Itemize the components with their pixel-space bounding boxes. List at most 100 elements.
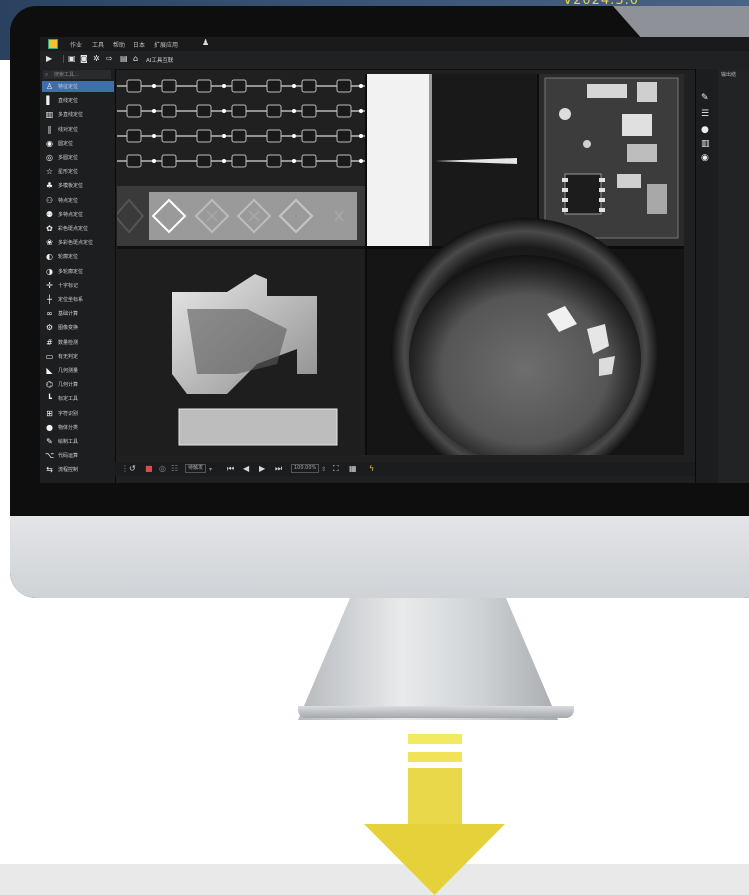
sidebar-item-label: 字符识别	[58, 410, 79, 417]
sidebar-item[interactable]: ▥ 多直线定位	[42, 109, 114, 120]
previous-frame-icon[interactable]: ◀	[243, 464, 249, 473]
sidebar-item[interactable]: ⚉ 多特点定位	[42, 209, 114, 220]
sidebar-item[interactable]: ♙ 特征定位	[42, 81, 114, 92]
geometry-icon: ◣	[46, 366, 53, 375]
save-icon[interactable]: ▤	[120, 54, 128, 64]
multi-point-icon: ⚉	[45, 209, 54, 219]
sidebar-item[interactable]: ▭ 有无判定	[42, 351, 114, 362]
info-icon[interactable]: ●	[701, 125, 709, 135]
chevron-down-icon[interactable]: ▾	[209, 465, 212, 474]
sidebar-item[interactable]: ♣ 多模板定位	[42, 180, 114, 191]
flow-icon: ⇆	[46, 465, 53, 475]
sidebar-item[interactable]: ◐ 轮廓定位	[42, 251, 114, 262]
sidebar-item-label: 十字标记	[58, 282, 79, 289]
settings-icon[interactable]: ✲	[93, 54, 100, 64]
run-icon[interactable]: ▶	[46, 54, 52, 64]
sidebar-item[interactable]: ◉ 圆定位	[42, 138, 114, 149]
search-placeholder: 搜索工具...	[54, 72, 79, 78]
sidebar-item-label: 流程控制	[58, 467, 79, 474]
viewer-control-bar: ⋮ ↺ ■ ◎ ☷ 待触发 ▾ ⏮ ◀ ▶ ⏭ 100.00% ⇕ ⛶ ▦ ϟ	[115, 462, 695, 476]
undo-icon[interactable]: ↺	[129, 464, 136, 473]
classify-icon: ●	[46, 422, 53, 432]
color-blob-icon: ✿	[46, 224, 53, 233]
sidebar-item[interactable]: ┼ 定位坐标系	[42, 294, 114, 305]
monitor-chin	[10, 516, 749, 598]
sidebar-item[interactable]: ❀ 多彩色斑点定位	[42, 237, 114, 248]
ai-icon[interactable]: ⌂	[133, 54, 138, 64]
fit-screen-icon[interactable]: ⛶	[333, 464, 339, 473]
trigger-mode-select[interactable]: 待触发	[185, 464, 207, 473]
multi-circle-icon: ◎	[46, 153, 53, 162]
user-icon[interactable]: ♟	[202, 38, 209, 47]
sidebar-item[interactable]: ⊞ 字符识别	[42, 408, 114, 419]
camera-icon[interactable]: ◙	[80, 54, 88, 64]
sidebar-item-label: 基础计算	[58, 311, 79, 318]
multi-color-blob-icon: ❀	[46, 238, 53, 248]
zoom-stepper-icon[interactable]: ⇕	[321, 465, 326, 474]
image-mosaic	[117, 74, 684, 455]
next-frame-icon[interactable]: ▶	[259, 464, 265, 473]
point-icon: ⚇	[45, 195, 54, 205]
image-view[interactable]	[117, 74, 684, 455]
zoom-level-field[interactable]: 100.00%	[291, 464, 320, 473]
infinity-icon: ∞	[46, 309, 53, 319]
last-frame-icon[interactable]: ⏭	[275, 464, 282, 473]
sidebar-item-label: 绘制工具	[58, 439, 79, 445]
sliders-icon[interactable]: ☰	[701, 109, 709, 119]
grid-layout-icon[interactable]: ▦	[349, 464, 357, 473]
calibration-icon: ┗	[47, 394, 52, 404]
record-icon[interactable]: ■	[145, 464, 153, 473]
sidebar-item[interactable]: ⌬ 几何计算	[42, 379, 114, 390]
sidebar-item[interactable]: ◑ 多轮廓定位	[42, 266, 114, 277]
sidebar-item[interactable]: ⚙ 图像变换	[42, 322, 114, 333]
search-icon: ⌕	[45, 71, 49, 78]
sidebar-item[interactable]: ◎ 多圆定位	[42, 152, 114, 163]
sidebar-item[interactable]: ∞ 基础计算	[42, 308, 114, 319]
sidebar-item[interactable]: ◣ 几何测量	[42, 365, 114, 376]
presence-icon: ▭	[45, 351, 54, 361]
ai-tools-label[interactable]: AI工具互联	[146, 56, 173, 64]
sidebar-item[interactable]: ⚇ 特点定位	[42, 195, 114, 206]
sidebar-item[interactable]: # 数量检测	[42, 337, 114, 348]
star-icon: ☆	[45, 167, 54, 177]
sidebar-item-label: 线对定位	[58, 126, 79, 133]
sidebar-item[interactable]: ⌥ 代码运算	[42, 450, 114, 461]
sidebar-item-label: 多圆定位	[58, 155, 79, 161]
code-icon: ⌥	[45, 451, 55, 461]
menu-item[interactable]: 帮助	[113, 40, 125, 49]
output-panel-header: 输出结	[721, 72, 737, 78]
menu-item[interactable]: 日本	[133, 40, 145, 49]
menu-item[interactable]: 作业	[70, 40, 82, 49]
sidebar-item[interactable]: ● 物体分类	[42, 422, 114, 433]
target-icon[interactable]: ◎	[159, 464, 166, 473]
multi-line-icon: ▥	[45, 110, 54, 120]
sidebar-item-label: 几何计算	[58, 382, 79, 389]
first-frame-icon[interactable]: ⏮	[227, 464, 234, 473]
dashboard-icon[interactable]: ◉	[701, 153, 709, 163]
sidebar-item[interactable]: ✿ 彩色斑点定位	[42, 223, 114, 234]
crosshair-icon: ✛	[46, 280, 53, 290]
open-folder-icon[interactable]: ▣	[68, 54, 76, 64]
sidebar-item[interactable]: ∥ 线对定位	[42, 124, 114, 135]
sidebar-item[interactable]: ☆ 星形定位	[42, 166, 114, 177]
circle-icon: ◉	[46, 138, 53, 148]
arrow-stem	[408, 768, 462, 826]
sidebar-item[interactable]: ✛ 十字标记	[42, 280, 114, 291]
wrench-icon[interactable]: ✎	[701, 93, 709, 103]
sidebar-item-label: 特点定位	[58, 197, 79, 204]
tool-search-field[interactable]: ⌕ 搜索工具...	[43, 70, 111, 79]
sidebar-item[interactable]: ✎ 绘制工具	[42, 436, 114, 447]
sidebar-item-label: 定位坐标系	[58, 297, 84, 303]
list-icon[interactable]: ☷	[171, 464, 178, 473]
sidebar-item-label: 几何测量	[58, 368, 79, 374]
export-icon[interactable]: ⇨	[106, 54, 113, 64]
sidebar-item[interactable]: ⇆ 流程控制	[42, 464, 114, 475]
output-panel: 输出结	[718, 69, 749, 483]
menu-item[interactable]: 工具	[92, 40, 104, 49]
chart-icon[interactable]: ▥	[701, 139, 710, 149]
sidebar-item[interactable]: ▌ 直线定位	[42, 95, 114, 106]
sidebar-item[interactable]: ┗ 标定工具	[42, 393, 114, 404]
lightning-icon[interactable]: ϟ	[369, 464, 374, 473]
geometry-calc-icon: ⌬	[46, 380, 53, 390]
menu-item[interactable]: 扩展应用	[154, 40, 178, 49]
